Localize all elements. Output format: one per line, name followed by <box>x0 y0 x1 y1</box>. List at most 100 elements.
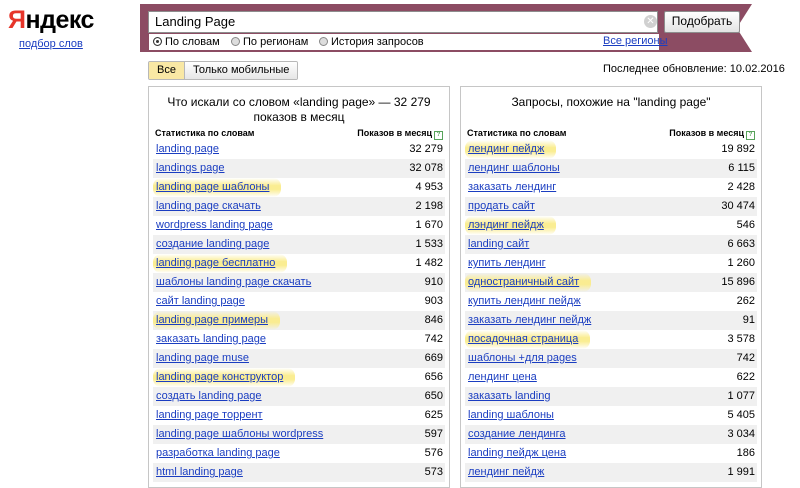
column-phrase-header: Статистика по словам <box>467 128 567 138</box>
views-count: 622 <box>736 371 755 383</box>
keyword-link[interactable]: сайт landing page <box>156 292 245 311</box>
keyword-link[interactable]: лендинг шаблоны <box>468 159 560 178</box>
keyword-link[interactable]: создание landing page <box>156 235 269 254</box>
table-row: посадочная страница 3 578 <box>465 330 757 349</box>
keyword-link[interactable]: landing page примеры <box>153 311 280 330</box>
table-row: landing page шаблоны 4 953 <box>153 178 445 197</box>
keyword-link[interactable]: landing сайт <box>468 235 529 254</box>
keyword-link[interactable]: лендинг пейдж <box>465 140 557 159</box>
keyword-link[interactable]: landing page конструктор <box>153 368 296 387</box>
table-row: шаблоны landing page скачать 910 <box>153 273 445 292</box>
radio-history[interactable]: История запросов <box>319 35 424 50</box>
views-count: 6 115 <box>728 162 755 174</box>
keyword-link[interactable]: лендинг цена <box>468 368 537 387</box>
views-count: 19 892 <box>721 143 755 155</box>
find-button[interactable]: Подобрать <box>664 11 740 33</box>
table-row: wordpress landing page 1 670 <box>153 216 445 235</box>
wordstat-link[interactable]: подбор слов <box>19 38 83 50</box>
table-row: landing page торрент 625 <box>153 406 445 425</box>
keyword-link[interactable]: создать landing page <box>156 387 262 406</box>
views-count: 1 482 <box>415 257 443 269</box>
yandex-logo[interactable]: Яндекс <box>8 5 94 35</box>
views-count: 5 405 <box>727 409 755 421</box>
keyword-link[interactable]: заказать лендинг пейдж <box>468 311 591 330</box>
table-row: landing page 32 279 <box>153 140 445 159</box>
radio-by-regions[interactable]: По регионам <box>231 35 308 50</box>
table-row: landing page примеры 846 <box>153 311 445 330</box>
panel-title: Что искали со словом «landing page» — 32… <box>149 95 449 125</box>
table-row: одностраничный сайт 15 896 <box>465 273 757 292</box>
keyword-link[interactable]: landing page торрент <box>156 406 263 425</box>
keyword-link[interactable]: заказать landing page <box>156 330 266 349</box>
keyword-link[interactable]: посадочная страница <box>465 330 591 349</box>
keyword-link[interactable]: продать сайт <box>468 197 535 216</box>
keyword-link[interactable]: landing page скачать <box>156 197 261 216</box>
views-count: 597 <box>424 428 443 440</box>
results-list: landing page 32 279 landings page 32 078 lan… <box>153 140 445 482</box>
radio-by-words[interactable]: По словам <box>153 35 220 50</box>
views-count: 3 578 <box>727 333 755 345</box>
keyword-link[interactable]: купить лендинг <box>468 254 546 273</box>
views-count: 910 <box>424 276 443 288</box>
keyword-link[interactable]: landing page <box>156 140 219 159</box>
keyword-link[interactable]: landing пейдж цена <box>468 444 566 463</box>
table-row: создание landing page 1 533 <box>153 235 445 254</box>
right-results-panel: Запросы, похожие на "landing page" Стати… <box>460 86 762 488</box>
keyword-link[interactable]: wordpress landing page <box>156 216 273 235</box>
column-headers: Статистика по словам Показов в месяц? <box>155 128 443 140</box>
views-count: 2 198 <box>415 200 443 212</box>
keyword-link[interactable]: landings page <box>156 159 225 178</box>
keyword-link[interactable]: landing page muse <box>156 349 249 368</box>
device-filter: Все Только мобильные <box>148 61 299 80</box>
table-row: заказать лендинг пейдж 91 <box>465 311 757 330</box>
keyword-link[interactable]: landing page шаблоны <box>153 178 282 197</box>
keyword-link[interactable]: лэндинг пейдж <box>465 216 556 235</box>
radio-unchecked-icon <box>231 37 240 46</box>
keyword-link[interactable]: лендинг пейдж <box>468 463 544 482</box>
keyword-link[interactable]: html landing page <box>156 463 243 482</box>
keyword-link[interactable]: купить лендинг пейдж <box>468 292 581 311</box>
table-row: лендинг цена 622 <box>465 368 757 387</box>
table-row: купить лендинг пейдж 262 <box>465 292 757 311</box>
table-row: заказать landing page 742 <box>153 330 445 349</box>
keyword-link[interactable]: landing шаблоны <box>468 406 554 425</box>
table-row: заказать лендинг 2 428 <box>465 178 757 197</box>
keyword-link[interactable]: шаблоны landing page скачать <box>156 273 311 292</box>
keyword-link[interactable]: шаблоны +для pages <box>468 349 577 368</box>
column-views-header: Показов в месяц <box>357 128 432 138</box>
table-row: шаблоны +для pages 742 <box>465 349 757 368</box>
views-count: 4 953 <box>415 181 443 193</box>
views-count: 650 <box>424 390 443 402</box>
help-icon[interactable]: ? <box>434 131 443 140</box>
keyword-link[interactable]: разработка landing page <box>156 444 280 463</box>
keyword-link[interactable]: landing page бесплатно <box>153 254 288 273</box>
keyword-link[interactable]: одностраничный сайт <box>465 273 592 292</box>
filter-all-button[interactable]: Все <box>149 62 185 79</box>
keyword-link[interactable]: заказать лендинг <box>468 178 556 197</box>
table-row: лэндинг пейдж 546 <box>465 216 757 235</box>
views-count: 742 <box>424 333 443 345</box>
all-regions-link[interactable]: Все регионы <box>603 35 668 47</box>
views-count: 1 533 <box>415 238 443 250</box>
table-row: создать landing page 650 <box>153 387 445 406</box>
radio-checked-icon <box>153 37 162 46</box>
views-count: 656 <box>424 371 443 383</box>
keyword-link[interactable]: заказать landing <box>468 387 550 406</box>
help-icon[interactable]: ? <box>746 131 755 140</box>
table-row: landing page бесплатно 1 482 <box>153 254 445 273</box>
views-count: 742 <box>736 352 755 364</box>
table-row: landing сайт 6 663 <box>465 235 757 254</box>
table-row: html landing page 573 <box>153 463 445 482</box>
clear-icon[interactable]: ✕ <box>644 15 657 28</box>
table-row: landings page 32 078 <box>153 159 445 178</box>
keyword-link[interactable]: landing page шаблоны wordpress <box>156 425 323 444</box>
table-row: лендинг пейдж 1 991 <box>465 463 757 482</box>
search-input[interactable]: Landing Page <box>148 11 658 33</box>
table-row: продать сайт 30 474 <box>465 197 757 216</box>
filter-mobile-button[interactable]: Только мобильные <box>184 62 298 79</box>
table-row: landing page muse 669 <box>153 349 445 368</box>
views-count: 625 <box>424 409 443 421</box>
keyword-link[interactable]: создание лендинга <box>468 425 566 444</box>
views-count: 2 428 <box>727 181 755 193</box>
radio-label: История запросов <box>331 36 424 48</box>
